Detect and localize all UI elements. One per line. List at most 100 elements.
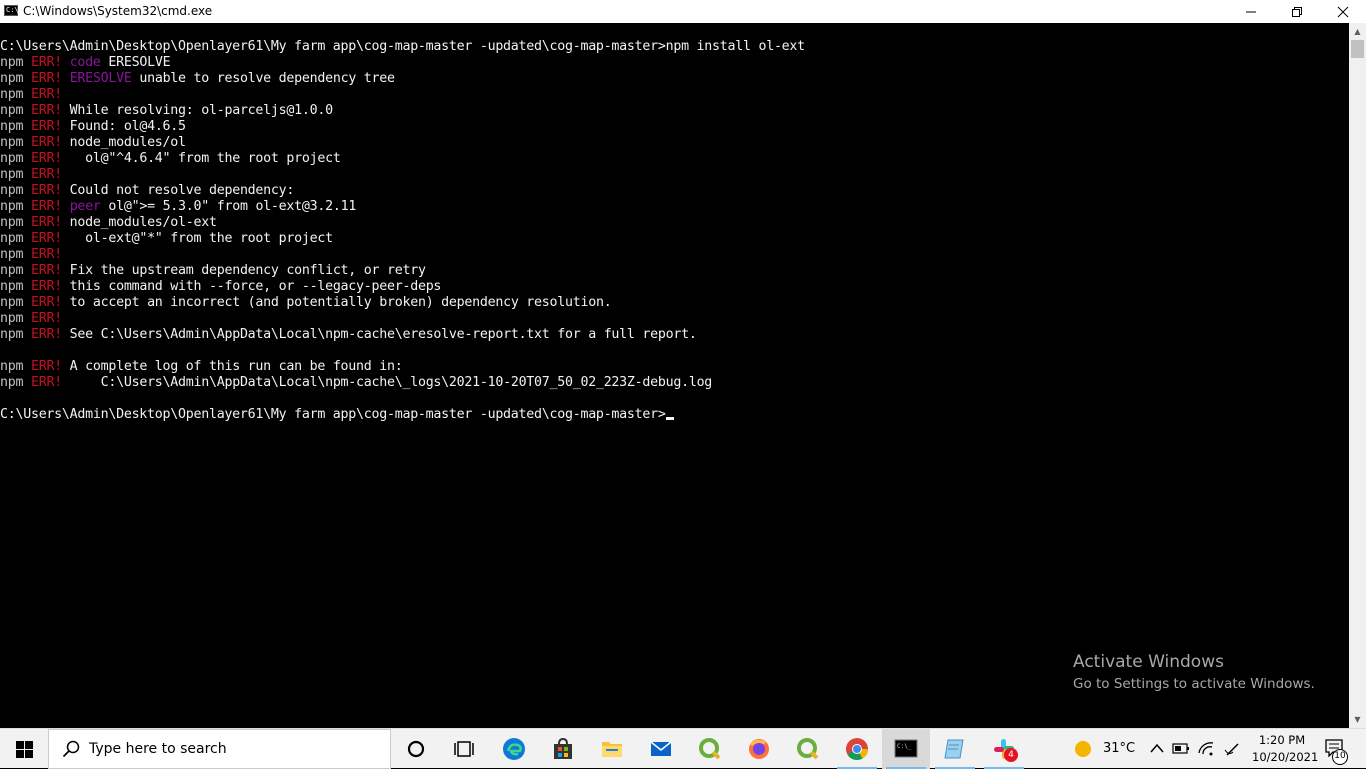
- console-text: npm: [0, 375, 31, 390]
- console-text: Found:: [61, 119, 124, 134]
- console-text: A complete log of this run can be found …: [61, 359, 403, 374]
- action-center-button[interactable]: 10: [1325, 739, 1348, 765]
- console-text: While resolving:: [61, 103, 202, 118]
- cortana-icon: [407, 740, 425, 758]
- console-text: node_modules/ol: [61, 135, 186, 150]
- console-text: node_modules/ol-ext: [61, 215, 217, 230]
- console-text: C:\Users\Admin\Desktop\Openlayer61\My fa…: [0, 39, 805, 54]
- watermark-subtitle: Go to Settings to activate Windows.: [1073, 676, 1315, 692]
- taskbar-app-file-explorer[interactable]: [588, 729, 636, 769]
- text-cursor: [665, 417, 674, 420]
- console-line: npm ERR! ol-ext@"*" from the root projec…: [0, 231, 333, 247]
- console-text: unable to resolve dependency tree: [131, 71, 395, 86]
- console-text: npm: [0, 87, 31, 102]
- taskbar-app-slack[interactable]: 4: [980, 729, 1028, 769]
- cortana-button[interactable]: [392, 729, 440, 769]
- restore-button[interactable]: [1274, 0, 1320, 23]
- system-clock[interactable]: 1:20 PM 10/20/2021: [1252, 732, 1318, 766]
- console-text: npm: [0, 119, 31, 134]
- show-hidden-icons-icon[interactable]: [1150, 742, 1164, 754]
- scroll-up-button[interactable]: ▲: [1349, 23, 1366, 40]
- taskbar-app-store[interactable]: [539, 729, 587, 769]
- taskbar-app-firefox[interactable]: [735, 729, 783, 769]
- mail-icon: [650, 741, 672, 756]
- cmd-app-icon[interactable]: C:\: [4, 5, 19, 16]
- minimize-button[interactable]: [1228, 0, 1274, 23]
- wifi-icon[interactable]: [1197, 740, 1215, 756]
- close-icon: [1337, 6, 1349, 18]
- console-text: See C:\Users\Admin\AppData\Local\npm-cac…: [61, 327, 697, 342]
- err-label: ERR!: [30, 103, 62, 118]
- weather-temperature[interactable]: 31°C: [1103, 741, 1135, 756]
- minimize-icon: [1246, 11, 1256, 13]
- watermark-title: Activate Windows: [1073, 652, 1224, 672]
- err-label: ERR!: [30, 55, 62, 70]
- console-line: npm ERR! See C:\Users\Admin\AppData\Loca…: [0, 327, 697, 343]
- vertical-scrollbar[interactable]: ▲ ▼: [1349, 23, 1366, 728]
- taskbar-app-qgis-1[interactable]: [686, 729, 734, 769]
- console-text: ERESOLVE: [69, 71, 132, 86]
- console-text: npm: [0, 183, 31, 198]
- console-text: npm: [0, 231, 31, 246]
- err-label: ERR!: [30, 87, 62, 102]
- err-label: ERR!: [30, 359, 62, 374]
- console-line: npm ERR! ol@"^4.6.4" from the root proje…: [0, 151, 341, 167]
- console-line: C:\Users\Admin\Desktop\Openlayer61\My fa…: [0, 407, 674, 423]
- err-label: ERR!: [30, 311, 62, 326]
- taskbar-app-edge[interactable]: [490, 729, 538, 769]
- console-line: npm ERR! peer ol@">= 5.3.0" from ol-ext@…: [0, 199, 356, 215]
- err-label: ERR!: [30, 263, 62, 278]
- console-text: npm: [0, 279, 31, 294]
- taskbar-search-box[interactable]: Type here to search: [48, 729, 391, 769]
- console-line: npm ERR! code ERESOLVE: [0, 55, 171, 71]
- firefox-icon: [749, 739, 769, 759]
- console-text: npm: [0, 311, 31, 326]
- search-icon: [62, 740, 80, 758]
- console-output[interactable]: C:\Users\Admin\Desktop\Openlayer61\My fa…: [0, 23, 1349, 728]
- err-label: ERR!: [30, 119, 62, 134]
- console-line: npm ERR!: [0, 87, 62, 103]
- console-line: npm ERR!: [0, 247, 62, 263]
- console-text: npm: [0, 295, 31, 310]
- task-view-button[interactable]: [440, 729, 488, 769]
- console-line: npm ERR! node_modules/ol: [0, 135, 186, 151]
- start-button[interactable]: [0, 729, 48, 769]
- scroll-thumb[interactable]: [1351, 40, 1364, 58]
- taskbar-app-qgis-2[interactable]: [784, 729, 832, 769]
- chrome-icon: [846, 738, 868, 760]
- console-line: npm ERR!: [0, 167, 62, 183]
- console-text: npm: [0, 215, 31, 230]
- taskbar-app-notepad[interactable]: [931, 729, 979, 769]
- notepad-icon: [944, 739, 964, 759]
- console-text: Fix the upstream dependency conflict, or…: [61, 263, 426, 278]
- console-line: npm ERR! this command with --force, or -…: [0, 279, 441, 295]
- search-placeholder: Type here to search: [89, 741, 227, 757]
- console-text: ol-ext@"*" from the root project: [61, 231, 333, 246]
- console-text: ol-parceljs@1.0.0: [201, 103, 333, 118]
- console-text: C:\Users\Admin\AppData\Local\npm-cache\_…: [61, 375, 713, 390]
- taskbar-app-mail[interactable]: [637, 729, 685, 769]
- cmd-icon: C:\_: [894, 739, 918, 758]
- slack-badge: 4: [1004, 748, 1018, 762]
- activation-watermark: Activate Windows Go to Settings to activ…: [1073, 650, 1315, 694]
- taskbar-app-chrome[interactable]: [833, 729, 881, 769]
- console-text: npm: [0, 359, 31, 374]
- console-text: npm: [0, 135, 31, 150]
- scroll-down-button[interactable]: ▼: [1349, 711, 1366, 728]
- console-line: npm ERR! to accept an incorrect (and pot…: [0, 295, 612, 311]
- console-line: npm ERR! ERESOLVE unable to resolve depe…: [0, 71, 395, 87]
- weather-icon[interactable]: [1075, 741, 1091, 757]
- console-text: npm: [0, 151, 31, 166]
- pen-icon[interactable]: [1224, 740, 1242, 758]
- console-text: ERESOLVE: [100, 55, 171, 70]
- battery-icon[interactable]: [1172, 741, 1190, 755]
- console-line: C:\Users\Admin\Desktop\Openlayer61\My fa…: [0, 39, 805, 55]
- console-line: npm ERR! While resolving: ol-parceljs@1.…: [0, 103, 333, 119]
- close-button[interactable]: [1320, 0, 1366, 23]
- err-label: ERR!: [30, 151, 62, 166]
- window-title: C:\Windows\System32\cmd.exe: [23, 4, 213, 18]
- taskbar-app-cmd[interactable]: C:\_: [882, 729, 930, 769]
